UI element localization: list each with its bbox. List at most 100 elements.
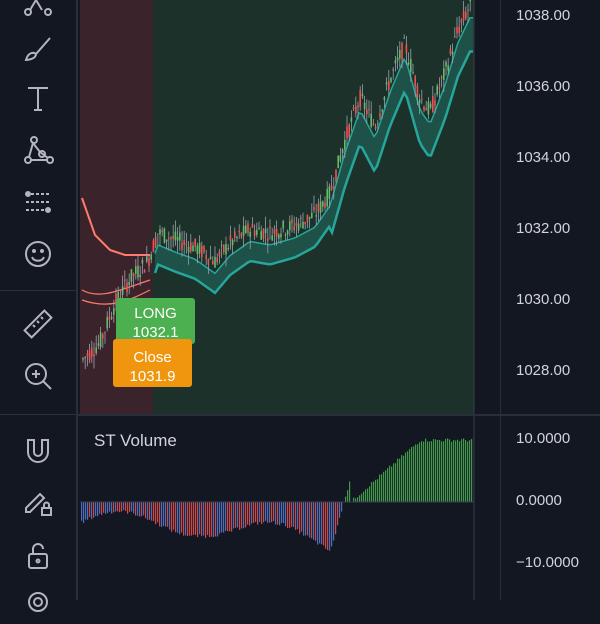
magnet-icon[interactable]: [14, 428, 62, 472]
volume-bar: [461, 439, 462, 502]
candle-body: [252, 224, 254, 228]
zoom-in-icon[interactable]: [14, 354, 62, 398]
volume-bar: [113, 502, 114, 512]
candle-body: [392, 70, 394, 71]
volume-bar: [91, 502, 92, 519]
volume-bar: [153, 502, 154, 521]
volume-bar: [145, 502, 146, 518]
volume-bar: [131, 502, 132, 511]
candle-body: [227, 248, 229, 249]
volume-bar: [209, 502, 210, 537]
candle-body: [221, 245, 223, 246]
volume-bar: [237, 502, 238, 527]
volume-bar: [197, 502, 198, 537]
volume-bar: [381, 474, 382, 502]
volume-bar: [373, 482, 374, 502]
candle-body: [333, 187, 335, 189]
candle-body: [395, 61, 397, 64]
volume-bar: [183, 502, 184, 536]
candle-body: [159, 229, 161, 234]
volume-bar: [323, 502, 324, 545]
volume-bar: [259, 502, 260, 522]
volume-bar: [241, 502, 242, 528]
xabcd-pattern-icon[interactable]: [14, 128, 62, 172]
volume-bar: [455, 440, 456, 502]
text-icon[interactable]: [14, 76, 62, 120]
candle-body: [375, 127, 377, 129]
volume-bar: [355, 498, 356, 502]
candle-body: [230, 235, 232, 240]
candle-body: [201, 246, 203, 258]
volume-axis-label: 0.0000: [516, 492, 562, 509]
pane-separator[interactable]: [78, 414, 600, 416]
candle-body: [256, 230, 258, 235]
volume-bar: [353, 498, 354, 502]
candle-body: [258, 228, 260, 229]
volume-bar: [81, 502, 82, 521]
volume-bar: [467, 441, 468, 502]
volume-bar: [165, 502, 166, 527]
volume-bar: [125, 502, 126, 511]
volume-bar: [129, 502, 130, 512]
candle-body: [414, 76, 416, 86]
candle-body: [177, 237, 179, 241]
candle-body: [135, 266, 137, 273]
volume-bar: [341, 502, 342, 512]
candle-body: [95, 347, 97, 353]
volume-bar: [407, 451, 408, 502]
long-entry-tag[interactable]: LONG 1032.1: [116, 298, 195, 344]
candle-body: [298, 224, 300, 231]
volume-bar: [227, 502, 228, 531]
volume-bar: [433, 439, 434, 502]
volume-bar: [449, 439, 450, 502]
candle-body: [324, 203, 326, 208]
candle-body: [423, 107, 425, 110]
ruler-icon[interactable]: [14, 302, 62, 346]
emoji-icon[interactable]: [14, 232, 62, 276]
candle-body: [384, 97, 386, 100]
brush-icon[interactable]: [14, 26, 62, 70]
volume-bar: [293, 502, 294, 527]
candle-body: [342, 149, 344, 153]
unlock-icon[interactable]: [14, 534, 62, 578]
volume-bar: [265, 502, 266, 521]
volume-bar: [105, 502, 106, 514]
candle-body: [232, 240, 234, 245]
candle-body: [465, 12, 467, 19]
pattern-tool-icon[interactable]: [14, 0, 62, 26]
candle-body: [247, 224, 249, 234]
volume-bar: [347, 490, 348, 502]
candle-body: [467, 10, 469, 11]
close-exit-tag[interactable]: Close 1031.9: [113, 339, 192, 387]
candle-body: [223, 245, 225, 252]
volume-bar: [307, 502, 308, 535]
volume-bar: [267, 502, 268, 523]
candle-body: [304, 222, 306, 224]
volume-bar: [375, 480, 376, 502]
volume-bar: [415, 444, 416, 502]
volume-bar: [117, 502, 118, 511]
candle-body: [296, 223, 298, 226]
lock-drawing-icon[interactable]: [14, 480, 62, 524]
candle-body: [307, 215, 309, 222]
volume-bar: [459, 441, 460, 502]
volume-bar: [257, 502, 258, 525]
volume-bar: [417, 444, 418, 502]
volume-bar: [335, 502, 336, 534]
volume-bar: [85, 502, 86, 519]
forecast-icon[interactable]: [14, 180, 62, 224]
candle-body: [104, 332, 106, 333]
volume-bar: [207, 502, 208, 535]
candle-body: [254, 230, 256, 235]
candle-body: [285, 234, 287, 235]
candle-body: [249, 232, 251, 237]
volume-bar: [391, 467, 392, 502]
candle-body: [150, 254, 152, 259]
volume-bar: [447, 438, 448, 502]
price-axis-label: 1028.00: [516, 362, 570, 379]
candle-body: [406, 44, 408, 53]
eye-icon[interactable]: [14, 580, 62, 624]
volume-bar: [179, 502, 180, 534]
price-axis-label: 1030.00: [516, 291, 570, 308]
volume-bar: [403, 456, 404, 502]
